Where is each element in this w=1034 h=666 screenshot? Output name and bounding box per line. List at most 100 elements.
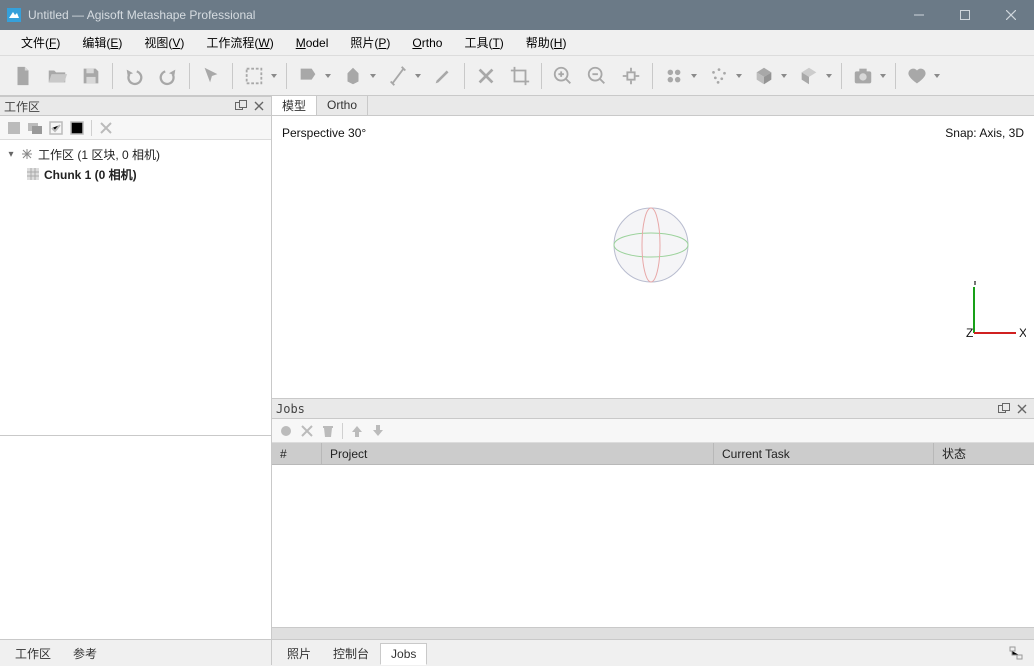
jobs-hscroll[interactable]	[272, 627, 1034, 639]
jobs-panel: Jobs # Project Current Task 状态	[272, 398, 1034, 639]
rect-select-dropdown[interactable]	[268, 60, 280, 92]
menu-view[interactable]: 视图(V)	[133, 31, 195, 54]
jobs-delete-button[interactable]	[318, 421, 338, 441]
favorite-button[interactable]	[901, 60, 933, 92]
bottom-tab-workspace[interactable]: 工作区	[4, 643, 62, 665]
axis-z-label: Z	[966, 326, 973, 340]
jobs-record-button[interactable]	[276, 421, 296, 441]
menu-tools[interactable]: 工具(T)	[453, 31, 514, 54]
remove-button[interactable]	[96, 118, 116, 138]
redo-button[interactable]	[152, 60, 184, 92]
tree-chunk[interactable]: Chunk 1 (0 相机)	[2, 164, 269, 184]
zoom-in-button[interactable]	[547, 60, 579, 92]
draw-tool[interactable]	[427, 60, 459, 92]
model-view-button[interactable]	[748, 60, 780, 92]
point-cloud-dropdown[interactable]	[733, 60, 745, 92]
undo-button[interactable]	[118, 60, 150, 92]
disable-button[interactable]	[67, 118, 87, 138]
workspace-panel: 工作区 ▾ 工作区 (1 区块, 0 相机) Chunk 1 (0 相机)	[0, 96, 272, 639]
move-region-tool[interactable]	[292, 60, 324, 92]
close-button[interactable]	[988, 0, 1034, 30]
minimize-button[interactable]	[896, 0, 942, 30]
status-network-icon[interactable]	[1006, 643, 1026, 663]
jobs-close-button[interactable]	[1014, 401, 1030, 417]
crop-tool[interactable]	[504, 60, 536, 92]
tree-chunk-label: Chunk 1 (0 相机)	[44, 166, 137, 183]
jobs-table-body	[272, 465, 1034, 627]
axis-x-label: X	[1019, 326, 1026, 340]
menu-edit[interactable]: 编辑(E)	[71, 31, 133, 54]
rect-select-tool[interactable]	[238, 60, 270, 92]
bottom-tab-photos[interactable]: 照片	[276, 643, 322, 665]
shaded-dropdown[interactable]	[823, 60, 835, 92]
move-region-dropdown[interactable]	[322, 60, 334, 92]
add-chunk-button[interactable]	[4, 118, 24, 138]
jobs-undock-button[interactable]	[996, 401, 1012, 417]
show-cameras-dropdown[interactable]	[688, 60, 700, 92]
view-tab-model[interactable]: 模型	[272, 95, 317, 115]
main-toolbar	[0, 56, 1034, 96]
delete-tool[interactable]	[470, 60, 502, 92]
bottom-tab-console[interactable]: 控制台	[322, 643, 380, 665]
jobs-panel-title: Jobs	[276, 402, 994, 416]
jobs-up-button[interactable]	[347, 421, 367, 441]
jobs-toolbar	[272, 419, 1034, 443]
jobs-down-button[interactable]	[368, 421, 388, 441]
ruler-tool[interactable]	[382, 60, 414, 92]
window-title: Untitled — Agisoft Metashape Professiona…	[28, 8, 896, 22]
save-button[interactable]	[75, 60, 107, 92]
capture-view-button[interactable]	[847, 60, 879, 92]
show-cameras-button[interactable]	[658, 60, 690, 92]
menu-workflow[interactable]: 工作流程(W)	[195, 31, 284, 54]
workspace-panel-title: 工作区	[4, 98, 231, 115]
app-icon	[6, 7, 22, 23]
bottom-tabbar: 工作区 参考 照片 控制台 Jobs	[0, 639, 1034, 665]
open-button[interactable]	[41, 60, 73, 92]
workspace-undock-button[interactable]	[233, 98, 249, 114]
favorite-dropdown[interactable]	[931, 60, 943, 92]
add-photos-button[interactable]	[25, 118, 45, 138]
jobs-col-status[interactable]: 状态	[934, 443, 1034, 464]
transform-tool[interactable]	[337, 60, 369, 92]
jobs-col-task[interactable]: Current Task	[714, 443, 934, 464]
menu-ortho[interactable]: Ortho	[401, 33, 453, 53]
navigate-tool[interactable]	[195, 60, 227, 92]
view-tab-ortho[interactable]: Ortho	[317, 95, 368, 115]
menu-file[interactable]: 文件(F)	[10, 31, 71, 54]
point-cloud-button[interactable]	[703, 60, 735, 92]
jobs-col-num[interactable]: #	[272, 443, 322, 464]
menu-photo[interactable]: 照片(P)	[339, 31, 401, 54]
menu-model[interactable]: Model	[285, 33, 340, 53]
viewport-3d[interactable]: Perspective 30° Snap: Axis, 3D Y X Z	[272, 116, 1034, 398]
perspective-label: Perspective 30°	[282, 126, 366, 140]
enable-button[interactable]	[46, 118, 66, 138]
workspace-tree[interactable]: ▾ 工作区 (1 区块, 0 相机) Chunk 1 (0 相机)	[0, 140, 271, 435]
model-view-dropdown[interactable]	[778, 60, 790, 92]
tree-root-label: 工作区 (1 区块, 0 相机)	[38, 146, 160, 163]
axis-gizmo: Y X Z	[966, 281, 1026, 348]
reset-view-button[interactable]	[615, 60, 647, 92]
tree-root[interactable]: ▾ 工作区 (1 区块, 0 相机)	[2, 144, 269, 164]
chunk-icon	[26, 167, 40, 181]
bottom-tab-reference[interactable]: 参考	[62, 643, 108, 665]
capture-view-dropdown[interactable]	[877, 60, 889, 92]
view-tabs: 模型 Ortho	[272, 96, 1034, 116]
menu-help[interactable]: 帮助(H)	[515, 31, 578, 54]
workspace-toolbar	[0, 116, 271, 140]
menu-bar: 文件(F) 编辑(E) 视图(V) 工作流程(W) Model 照片(P) Or…	[0, 30, 1034, 56]
jobs-table-header: # Project Current Task 状态	[272, 443, 1034, 465]
jobs-col-project[interactable]: Project	[322, 443, 714, 464]
shaded-button[interactable]	[793, 60, 825, 92]
maximize-button[interactable]	[942, 0, 988, 30]
properties-panel	[0, 435, 271, 639]
zoom-out-button[interactable]	[581, 60, 613, 92]
trackball-gizmo[interactable]	[612, 206, 690, 287]
new-button[interactable]	[7, 60, 39, 92]
bottom-tab-jobs[interactable]: Jobs	[380, 643, 427, 665]
ruler-dropdown[interactable]	[412, 60, 424, 92]
jobs-cancel-button[interactable]	[297, 421, 317, 441]
workspace-close-button[interactable]	[251, 98, 267, 114]
workspace-icon	[20, 147, 34, 161]
snap-label: Snap: Axis, 3D	[945, 126, 1024, 140]
transform-dropdown[interactable]	[367, 60, 379, 92]
